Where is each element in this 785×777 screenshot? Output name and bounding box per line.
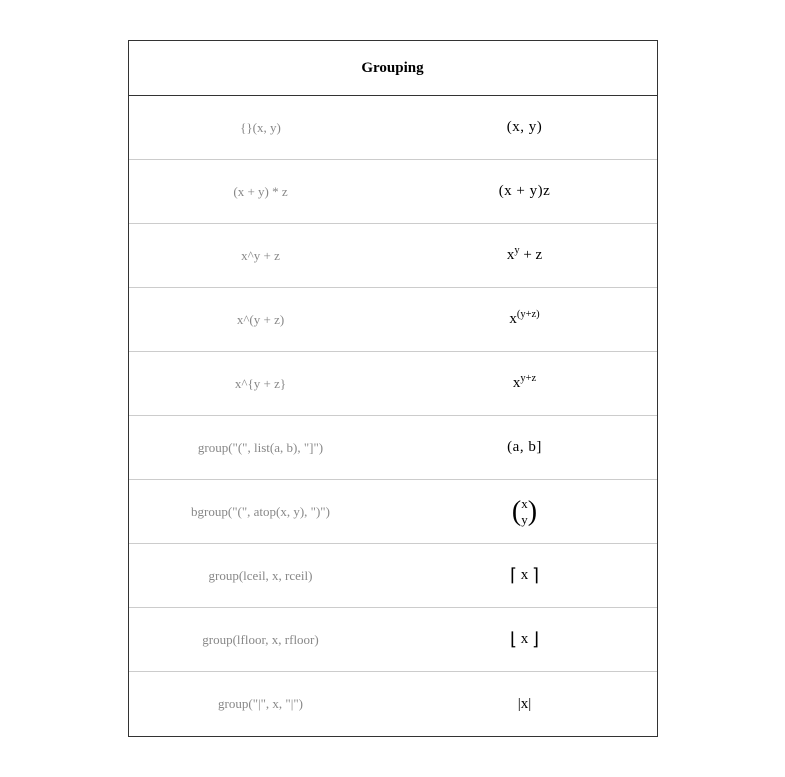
table-row: x^(y + z) x(y+z) xyxy=(129,288,657,352)
rendered-cell: xy+z xyxy=(393,375,657,392)
rendered-text: (a, b] xyxy=(507,439,542,455)
syntax-cell: group("(", list(a, b), "]") xyxy=(129,440,393,456)
atop-group: ( x y ) xyxy=(512,496,537,527)
table-row: group("(", list(a, b), "]") (a, b] xyxy=(129,416,657,480)
table-row: {}(x, y) (x, y) xyxy=(129,96,657,160)
syntax-cell: {}(x, y) xyxy=(129,120,393,136)
rendered-cell: x(y+z) xyxy=(393,311,657,328)
lceil-icon: ⌈ xyxy=(510,565,517,585)
rendered-cell: |x| xyxy=(393,696,657,713)
rfloor-icon: ⌋ xyxy=(532,629,539,649)
table-row: group(lceil, x, rceil) ⌈ x ⌉ xyxy=(129,544,657,608)
rendered-text: (x, y) xyxy=(507,119,543,135)
rceil-icon: ⌉ xyxy=(532,565,539,585)
rendered-cell: (a, b] xyxy=(393,439,657,456)
table-row: (x + y) * z (x + y)z xyxy=(129,160,657,224)
rendered-cell: ⌈ x ⌉ xyxy=(393,565,657,586)
right-paren-icon: ) xyxy=(528,498,537,526)
math-mid: x xyxy=(517,567,532,583)
math-base: x xyxy=(509,311,517,327)
math-superscript: y+z xyxy=(520,373,536,384)
table-row: x^{y + z} xy+z xyxy=(129,352,657,416)
left-paren-icon: ( xyxy=(512,498,521,526)
rendered-cell: ( x y ) xyxy=(393,496,657,527)
rendered-cell: xy + z xyxy=(393,247,657,264)
table-header: Grouping xyxy=(129,41,657,96)
rendered-cell: (x, y) xyxy=(393,119,657,136)
rendered-cell: ⌊ x ⌋ xyxy=(393,629,657,650)
math-mid: x xyxy=(517,631,532,647)
syntax-cell: group(lfloor, x, rfloor) xyxy=(129,632,393,648)
math-rest: + z xyxy=(520,247,543,263)
syntax-cell: bgroup("(", atop(x, y), ")") xyxy=(129,504,393,520)
pipe-right-icon: | xyxy=(528,696,531,712)
table-row: group("|", x, "|") |x| xyxy=(129,672,657,736)
lfloor-icon: ⌊ xyxy=(510,629,517,649)
syntax-cell: x^(y + z) xyxy=(129,312,393,328)
table-row: group(lfloor, x, rfloor) ⌊ x ⌋ xyxy=(129,608,657,672)
grouping-table: Grouping {}(x, y) (x, y) (x + y) * z (x … xyxy=(128,40,658,737)
table-row: x^y + z xy + z xyxy=(129,224,657,288)
rendered-text: (x + y)z xyxy=(499,183,551,199)
table-row: bgroup("(", atop(x, y), ")") ( x y ) xyxy=(129,480,657,544)
syntax-cell: group("|", x, "|") xyxy=(129,696,393,712)
syntax-cell: x^y + z xyxy=(129,248,393,264)
syntax-cell: (x + y) * z xyxy=(129,184,393,200)
math-superscript: (y+z) xyxy=(517,309,540,320)
table-title: Grouping xyxy=(361,60,423,76)
syntax-cell: group(lceil, x, rceil) xyxy=(129,568,393,584)
rendered-cell: (x + y)z xyxy=(393,183,657,200)
syntax-cell: x^{y + z} xyxy=(129,376,393,392)
